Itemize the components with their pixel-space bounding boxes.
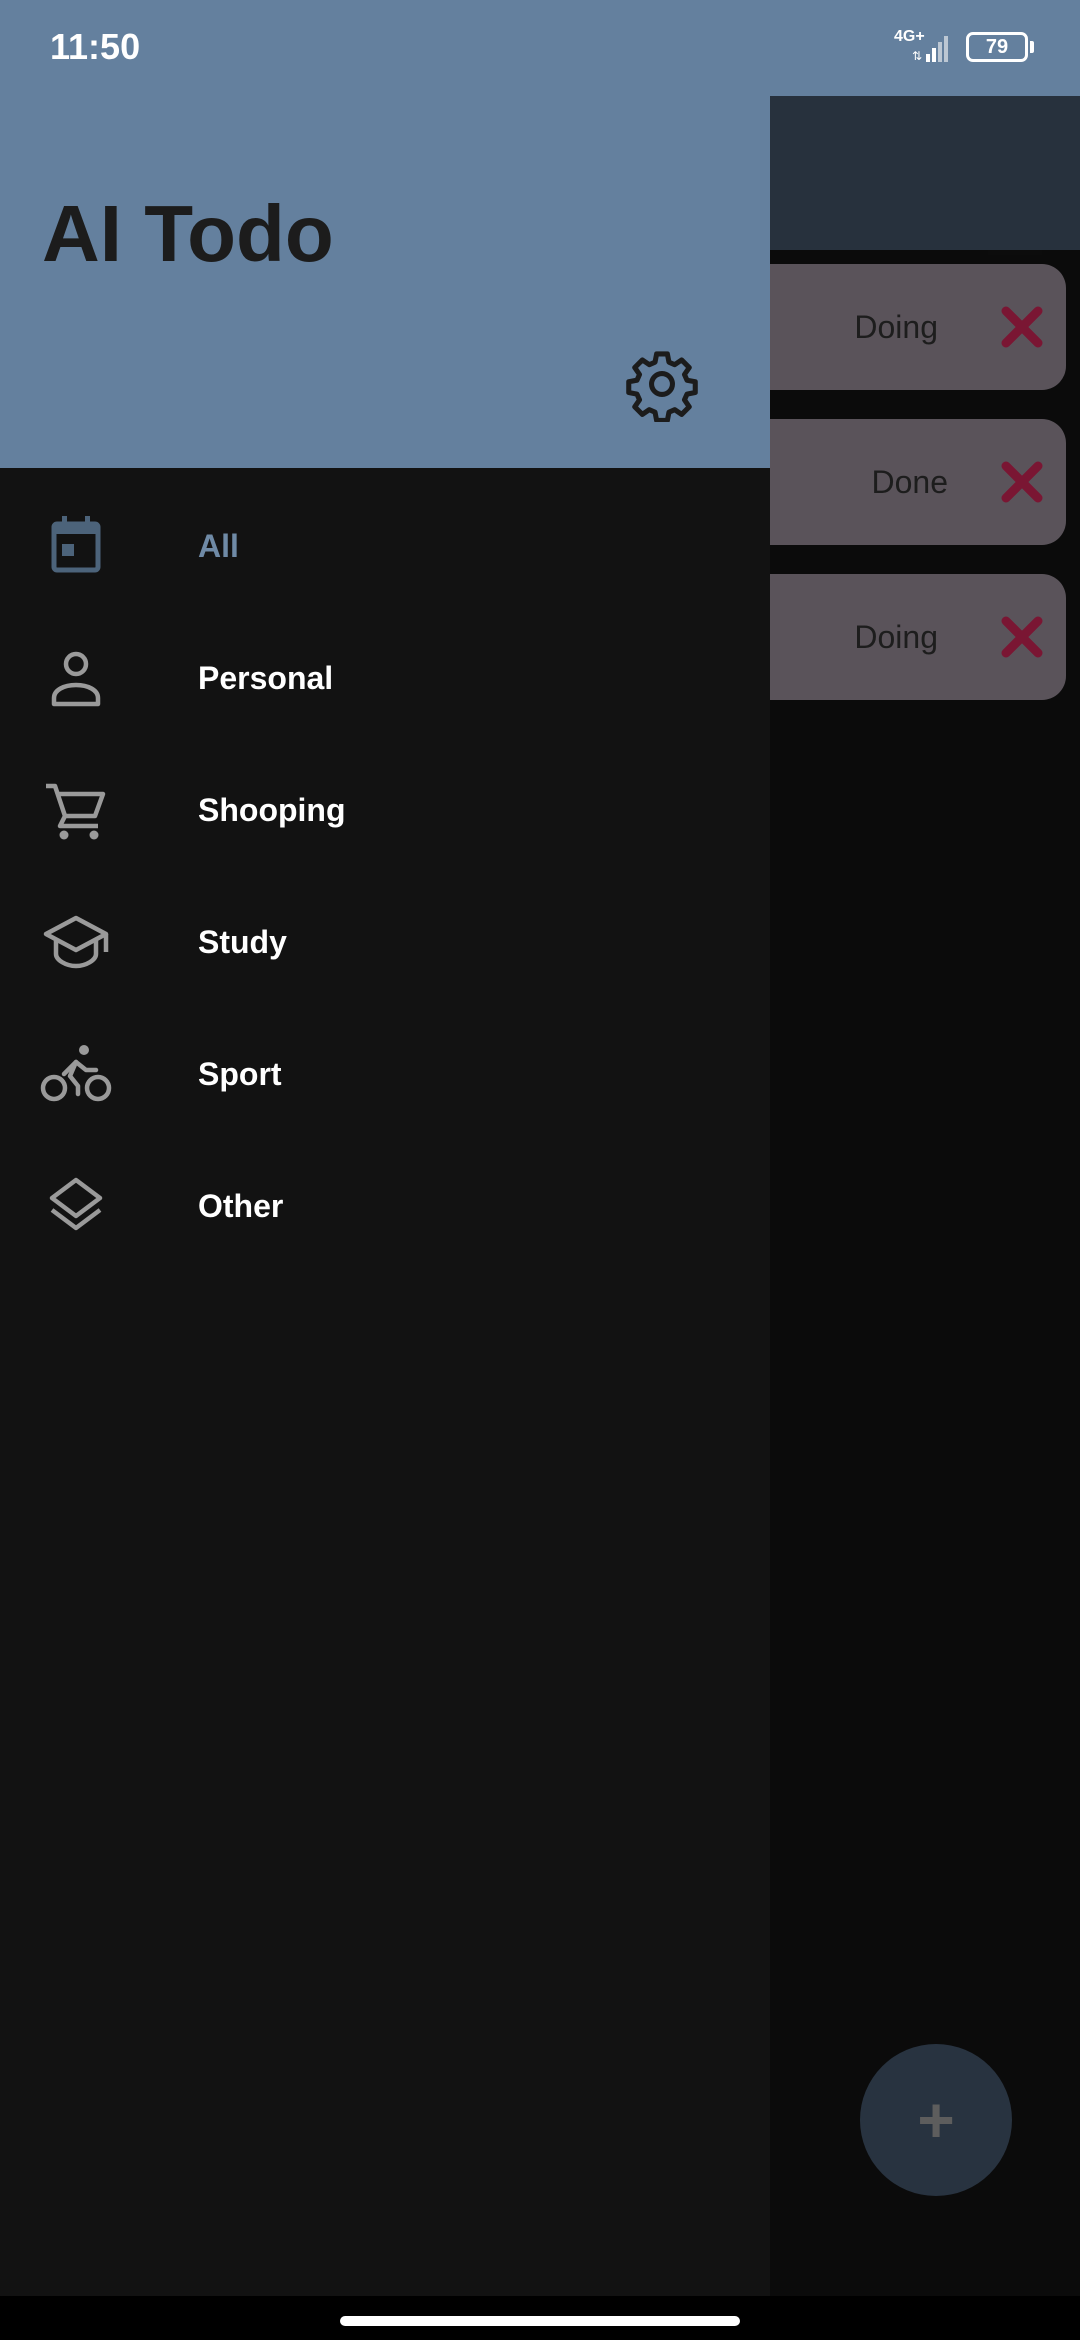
home-indicator[interactable] [340,2316,740,2326]
task-status: Doing [854,309,938,345]
layers-icon [49,1177,103,1231]
drawer-item-study[interactable]: Study [0,886,770,998]
task-status: Doing [854,619,938,655]
task-card[interactable]: Doing [740,574,1066,700]
school-icon [43,915,109,969]
cart-icon [46,783,106,840]
drawer-item-shooping[interactable]: Shooping [0,754,770,866]
add-task-button[interactable]: + [860,2044,1012,2196]
app-title: AI Todo [42,189,334,278]
delete-icon[interactable] [998,303,1046,351]
drawer-item-label: Sport [198,1056,282,1092]
person-icon [51,651,101,707]
task-status: Done [871,464,949,500]
drawer-item-label: All [198,528,239,564]
status-time: 11:50 [50,26,141,67]
drawer-item-sport[interactable]: Sport [0,1018,770,1130]
task-card[interactable]: Doing [740,264,1066,390]
plus-icon: + [917,2084,955,2156]
navigation-bar [0,2296,1080,2340]
signal-icon: ⇅ [912,36,948,62]
navigation-drawer: AI Todo All Personal Shooping Study Spor… [0,0,770,2296]
drawer-item-label: Shooping [198,792,346,828]
battery-tip [1030,41,1034,53]
drawer-item-label: Personal [198,660,334,696]
bike-icon [40,1045,112,1102]
calendar-icon [51,516,101,573]
delete-icon[interactable] [998,458,1046,506]
status-bar: 11:50 4G+ ⇅ 79 [0,0,1080,96]
drawer-item-all[interactable]: All [0,490,770,602]
task-card[interactable]: Done [740,419,1066,545]
drawer-item-label: Other [198,1188,284,1224]
svg-text:⇅: ⇅ [912,49,922,62]
drawer-item-label: Study [198,924,287,960]
drawer-item-other[interactable]: Other [0,1150,770,1262]
settings-icon[interactable] [624,346,700,422]
battery-icon: 79 [966,32,1028,62]
delete-icon[interactable] [998,613,1046,661]
drawer-item-personal[interactable]: Personal [0,622,770,734]
